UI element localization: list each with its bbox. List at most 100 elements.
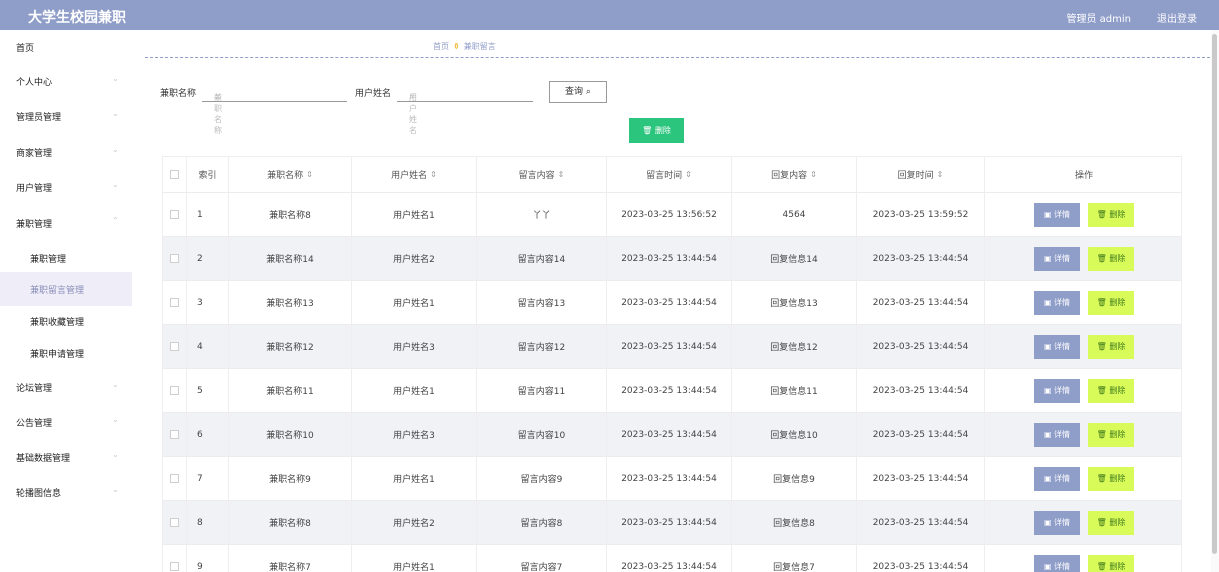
chevron-down-icon: ⌄: [112, 109, 119, 118]
cell-user-name-text: 用户姓名1: [393, 211, 435, 221]
logout-link[interactable]: 退出登录: [1157, 10, 1197, 25]
cell-message-time-text: 2023-03-25 13:44:54: [621, 561, 717, 572]
cell-job-name-text: 兼职名称8: [269, 211, 311, 221]
row-checkbox[interactable]: [170, 342, 179, 351]
cell-user-name: 用户姓名1: [352, 369, 477, 412]
sidebar-item-label: 兼职管理: [30, 255, 67, 265]
sidebar-item-announcements[interactable]: 公告管理 ⌄: [0, 405, 132, 439]
cell-message-text: 留言内容9: [520, 475, 563, 485]
row-checkbox[interactable]: [170, 430, 179, 439]
job-name-search-input[interactable]: ⌕ 兼职名称: [202, 80, 347, 135]
batch-delete-button[interactable]: 🗑 删除: [629, 118, 684, 143]
row-select-cell: [163, 545, 187, 572]
col-header-user-name[interactable]: 用户姓名 ⇕: [352, 157, 477, 192]
detail-button[interactable]: ▣ 详情: [1034, 510, 1080, 535]
sidebar-item-label: 公告管理: [16, 419, 53, 429]
row-select-cell: [163, 501, 187, 544]
cell-reply-time-text: 2023-03-25 13:44:54: [872, 429, 969, 440]
row-delete-label: 删除: [1109, 518, 1126, 527]
chevron-down-icon: ⌄: [112, 485, 119, 494]
cell-job-name-text: 兼职名称8: [269, 519, 311, 529]
chevron-down-icon: ⌄: [112, 450, 119, 459]
sidebar-subitem-job-management[interactable]: 兼职管理: [0, 241, 132, 275]
col-header-reply-time[interactable]: 回复时间 ⇕: [857, 157, 985, 192]
sidebar-subitem-job-applications[interactable]: 兼职申请管理: [0, 336, 132, 370]
row-delete-label: 删除: [1109, 298, 1126, 307]
query-button[interactable]: 查询 ⌕: [549, 81, 607, 103]
row-checkbox[interactable]: [170, 474, 179, 483]
sidebar-item-base-data[interactable]: 基础数据管理 ⌄: [0, 440, 132, 474]
sidebar-item-home[interactable]: 首页: [0, 30, 132, 64]
select-all-checkbox[interactable]: [170, 170, 179, 179]
cell-message: 留言内容11: [477, 369, 607, 412]
row-checkbox[interactable]: [170, 298, 179, 307]
cell-reply-text: 回复信息12: [770, 343, 818, 353]
detail-button-label: 详情: [1054, 430, 1071, 439]
col-header-job-name[interactable]: 兼职名称 ⇕: [229, 157, 352, 192]
trash-icon: 🗑: [1096, 518, 1107, 527]
row-checkbox[interactable]: [170, 210, 179, 219]
detail-button[interactable]: ▣ 详情: [1034, 466, 1080, 491]
cell-index: 1: [187, 193, 229, 236]
row-checkbox[interactable]: [170, 562, 179, 571]
row-delete-button[interactable]: 🗑 删除: [1088, 510, 1134, 535]
chevron-down-icon: ⌄: [112, 415, 119, 424]
sidebar-item-label: 兼职收藏管理: [30, 318, 85, 328]
col-header-label: 回复内容: [771, 171, 808, 181]
row-checkbox[interactable]: [170, 518, 179, 527]
admin-user-label: 管理员 admin: [1066, 14, 1131, 25]
sidebar-subitem-job-messages[interactable]: 兼职留言管理: [0, 272, 132, 306]
detail-button[interactable]: ▣ 详情: [1034, 554, 1080, 572]
cell-job-name-text: 兼职名称10: [266, 431, 314, 441]
detail-button[interactable]: ▣ 详情: [1034, 290, 1080, 315]
row-delete-button[interactable]: 🗑 删除: [1088, 246, 1134, 271]
detail-button-label: 详情: [1054, 254, 1071, 263]
sidebar-item-jobs[interactable]: 兼职管理 ⌃: [0, 206, 132, 240]
cell-index-text: 6: [197, 429, 203, 440]
breadcrumb-home[interactable]: 首页: [433, 42, 449, 51]
sidebar-item-merchants[interactable]: 商家管理 ⌄: [0, 135, 132, 169]
row-delete-button[interactable]: 🗑 删除: [1088, 334, 1134, 359]
sort-icon: ⇕: [430, 170, 437, 179]
cell-index-text: 8: [197, 517, 203, 528]
row-select-cell: [163, 281, 187, 324]
row-delete-label: 删除: [1109, 474, 1126, 483]
col-header-label: 留言内容: [518, 171, 555, 181]
trash-icon: 🗑: [1096, 254, 1107, 263]
user-name-search-input[interactable]: ⌕ 用户姓名: [397, 80, 533, 135]
message-table: 索引 兼职名称 ⇕ 用户姓名 ⇕ 留言内容 ⇕ 留言时间 ⇕ 回复内容 ⇕ 回复时间 ⇕ 操…: [162, 156, 1182, 572]
col-header-message-time[interactable]: 留言时间 ⇕: [607, 157, 732, 192]
detail-button[interactable]: ▣ 详情: [1034, 422, 1080, 447]
row-checkbox[interactable]: [170, 254, 179, 263]
detail-button[interactable]: ▣ 详情: [1034, 378, 1080, 403]
table-row: 1 兼职名称8 用户姓名1 丫丫 2023-03-25 13:56:52 4564 2023…: [163, 193, 1181, 237]
sidebar-item-profile[interactable]: 个人中心 ⌄: [0, 64, 132, 98]
detail-button[interactable]: ▣ 详情: [1034, 334, 1080, 359]
row-delete-button[interactable]: 🗑 删除: [1088, 378, 1134, 403]
row-delete-button[interactable]: 🗑 删除: [1088, 290, 1134, 315]
col-header-reply[interactable]: 回复内容 ⇕: [732, 157, 857, 192]
sidebar-subitem-job-favorites[interactable]: 兼职收藏管理: [0, 304, 132, 338]
cell-reply: 回复信息14: [732, 237, 857, 280]
col-header-message[interactable]: 留言内容 ⇕: [477, 157, 607, 192]
row-checkbox[interactable]: [170, 386, 179, 395]
cell-message: 丫丫: [477, 193, 607, 236]
cell-index: 9: [187, 545, 229, 572]
sidebar-item-admins[interactable]: 管理员管理 ⌄: [0, 99, 132, 133]
page-scrollbar-thumb[interactable]: [1212, 34, 1217, 554]
sidebar-item-forum[interactable]: 论坛管理 ⌄: [0, 370, 132, 404]
cell-message-text: 留言内容7: [520, 563, 563, 572]
sidebar-item-carousel[interactable]: 轮播图信息 ⌄: [0, 475, 132, 509]
detail-button[interactable]: ▣ 详情: [1034, 246, 1080, 271]
cell-job-name: 兼职名称11: [229, 369, 352, 412]
trash-icon: 🗑: [642, 126, 653, 135]
row-delete-button[interactable]: 🗑 删除: [1088, 554, 1134, 572]
cell-user-name: 用户姓名1: [352, 281, 477, 324]
sort-icon: ⇕: [306, 170, 313, 179]
row-delete-label: 删除: [1109, 430, 1126, 439]
row-delete-button[interactable]: 🗑 删除: [1088, 422, 1134, 447]
row-delete-button[interactable]: 🗑 删除: [1088, 466, 1134, 491]
sidebar-item-users[interactable]: 用户管理 ⌄: [0, 170, 132, 204]
row-delete-button[interactable]: 🗑 删除: [1088, 202, 1134, 227]
detail-button[interactable]: ▣ 详情: [1034, 202, 1080, 227]
